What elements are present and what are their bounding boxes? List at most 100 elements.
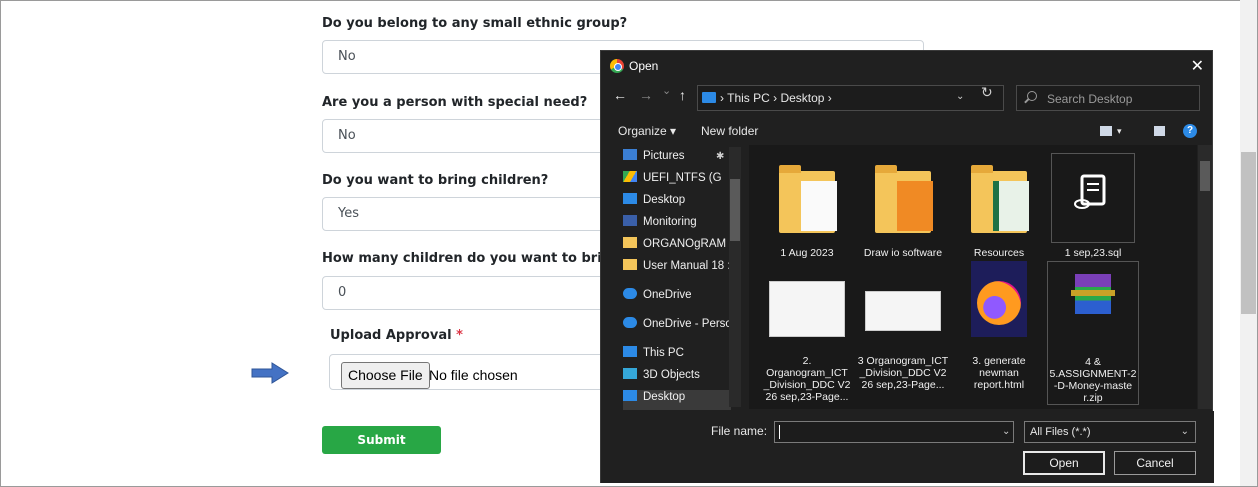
up-arrow-icon[interactable]: ↑ [679,87,686,103]
folder-icon [765,153,849,243]
choose-file-button[interactable]: Choose File [341,362,430,389]
image-file-icon [765,261,849,351]
view-options-chevron-icon[interactable]: ▾ [1117,126,1122,137]
dialog-title-bar: Open ✕ [601,51,1214,81]
folder-icon [623,259,637,270]
new-folder-button[interactable]: New folder [701,124,758,138]
google-drive-icon [623,171,637,182]
nav-item-onedrive-personal[interactable]: OneDrive - Persor [623,317,731,337]
page-scrollbar-thumb[interactable] [1241,152,1256,314]
nav-item-this-pc[interactable]: This PC [623,346,731,366]
winrar-zip-icon [1051,262,1135,352]
file-type-select[interactable]: All Files (*.*) ⌄ [1024,421,1196,443]
recent-locations-icon[interactable]: ⌄ [662,84,671,97]
nav-item-label: 3D Objects [643,369,700,381]
nav-item-onedrive[interactable]: OneDrive [623,288,731,308]
preview-pane-icon[interactable] [1154,126,1165,136]
sql-file-icon [1051,153,1135,243]
right-arrow-icon [251,362,289,384]
firefox-html-icon [957,261,1041,351]
file-item-name: 2. Organogram_ICT _Division_DDC V2 26 se… [763,355,851,403]
back-arrow-icon[interactable]: ← [613,87,627,103]
required-mark: * [456,328,463,343]
text-caret [779,425,780,439]
file-item[interactable]: 1 Aug 2023 [761,153,853,259]
file-name-input[interactable]: ⌄ [774,421,1014,443]
dialog-title: Open [629,59,659,73]
dialog-footer: File name: ⌄ All Files (*.*) ⌄ Open Canc… [601,411,1214,483]
file-item[interactable]: Draw io software [857,153,949,259]
nav-item-desktop[interactable]: Desktop [623,193,731,213]
file-item[interactable]: 2. Organogram_ICT _Division_DDC V2 26 se… [761,261,853,403]
nav-item-label: User Manual 18 : [643,260,731,272]
nav-item-label: Desktop [643,391,686,403]
nav-item-pictures[interactable]: Pictures [623,149,731,169]
special-need-label: Are you a person with special need? [322,95,588,110]
close-icon[interactable]: ✕ [1191,56,1204,76]
forward-arrow-icon[interactable]: → [639,87,653,103]
navigation-pane: Pictures UEFI_NTFS (G Desktop Monitoring… [601,145,745,410]
address-breadcrumb: › This PC › Desktop › [720,91,832,105]
nav-item-label: Desktop [643,194,686,206]
organize-menu[interactable]: Organize ▾ [618,124,676,138]
search-icon [1027,91,1037,101]
upload-approval-text: Upload Approval [330,328,452,343]
cancel-button[interactable]: Cancel [1114,451,1196,475]
file-item[interactable]: Resources [953,153,1045,259]
nav-item-monitoring[interactable]: Monitoring [623,215,731,235]
address-bar[interactable]: › This PC › Desktop › ⌄ [697,85,1004,111]
folder-icon [623,237,637,248]
upload-approval-label: Upload Approval * [330,328,463,343]
nav-item-label: ORGANOgRAM [643,238,727,250]
refresh-icon[interactable]: ↻ [981,84,993,101]
file-item-name: 1 sep,23.sql [1064,247,1122,259]
desktop-icon [702,92,716,103]
folder-icon [957,153,1041,243]
nav-item-label: OneDrive [643,289,692,301]
help-icon[interactable]: ? [1183,124,1197,138]
open-file-dialog: Open ✕ ← → ⌄ ↑ › This PC › Desktop › ⌄ ↻… [600,50,1214,483]
3d-objects-icon [623,368,637,379]
search-input[interactable]: Search Desktop [1016,85,1200,111]
open-button[interactable]: Open [1023,451,1105,475]
file-list-scrollbar-thumb[interactable] [1200,161,1210,191]
desktop-icon [623,390,637,401]
nav-item-desktop-selected[interactable]: Desktop [623,390,731,410]
file-name-label: File name: [711,424,768,438]
file-item[interactable]: 4 & 5.ASSIGNMENT-2 -D-Money-maste r.zip [1047,261,1139,405]
monitoring-icon [623,215,637,226]
chevron-down-icon[interactable]: ⌄ [956,91,964,102]
file-item-name: 3. generate newman report.html [972,355,1026,391]
file-type-value: All Files (*.*) [1030,426,1091,438]
bring-children-label: Do you want to bring children? [322,173,549,188]
file-item[interactable]: 3. generate newman report.html [953,261,1045,391]
folder-icon [861,153,945,243]
no-file-chosen-text: No file chosen [429,367,518,383]
file-item-name: 3 Organogram_ICT _Division_DDC V2 26 sep… [857,355,949,391]
file-item[interactable]: 3 Organogram_ICT _Division_DDC V2 26 sep… [857,261,949,391]
search-placeholder: Search Desktop [1047,92,1133,106]
pin-icon[interactable]: ✱ [716,151,724,162]
nav-item-label: Monitoring [643,216,697,228]
file-list: 1 Aug 2023 Draw io software Resources 1 … [749,145,1197,409]
nav-item-label: Pictures [643,150,685,162]
nav-item-label: This PC [643,347,684,359]
nav-item-uefi-ntfs[interactable]: UEFI_NTFS (G [623,171,731,191]
chevron-down-icon[interactable]: ⌄ [1002,426,1010,437]
image-file-icon [861,261,945,351]
dialog-toolbar: Organize ▾ New folder ▾ ? [601,119,1214,145]
change-view-icon[interactable] [1100,126,1112,136]
submit-application-button[interactable]: Submit Application [322,426,441,475]
nav-item-3d-objects[interactable]: 3D Objects [623,368,731,388]
dialog-navigation-bar: ← → ⌄ ↑ › This PC › Desktop › ⌄ ↻ Search… [601,81,1214,117]
nav-item-label: UEFI_NTFS (G [643,172,722,184]
file-item[interactable]: 1 sep,23.sql [1047,153,1139,259]
navigation-pane-scrollbar-thumb[interactable] [730,179,740,241]
onedrive-icon [623,317,637,328]
children-count-label: How many children do you want to bring [322,251,621,266]
desktop-icon [623,193,637,204]
chrome-icon [610,59,624,73]
nav-item-user-manual[interactable]: User Manual 18 : [623,259,731,279]
file-item-name: 1 Aug 2023 [780,247,834,259]
nav-item-organogram[interactable]: ORGANOgRAM [623,237,731,257]
